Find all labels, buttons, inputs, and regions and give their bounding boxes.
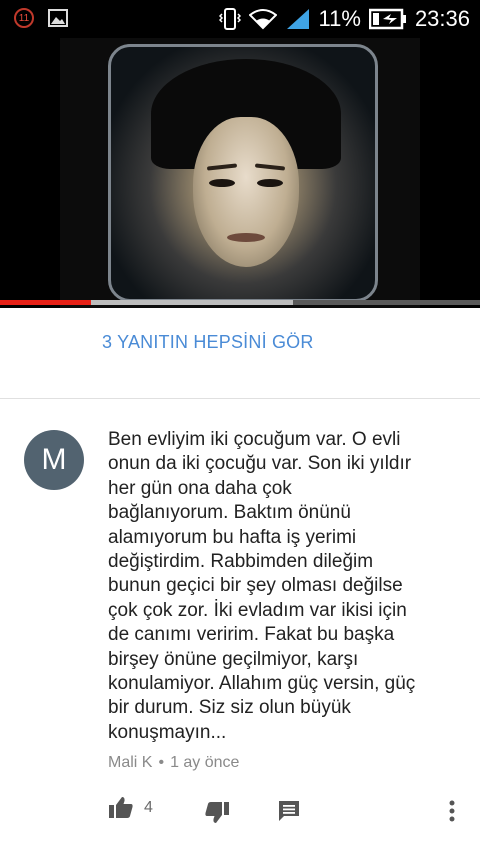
portrait-face bbox=[193, 117, 299, 267]
video-progress-bar[interactable] bbox=[0, 300, 480, 305]
like-button[interactable]: 4 bbox=[108, 796, 153, 820]
comment-text: Ben evliyim iki çocuğum var. O evli onun… bbox=[108, 429, 416, 743]
portrait-mouth bbox=[227, 233, 265, 242]
status-bar: 11 11% 23:36 bbox=[0, 0, 480, 38]
image-icon bbox=[48, 9, 68, 27]
battery-charging-icon bbox=[368, 8, 406, 30]
video-player[interactable] bbox=[0, 38, 480, 308]
video-thumbnail bbox=[60, 38, 420, 308]
notification-count: 11 bbox=[18, 12, 30, 24]
like-count: 4 bbox=[144, 799, 153, 816]
comment-time: 1 ay önce bbox=[170, 754, 240, 771]
avatar[interactable]: M bbox=[24, 430, 84, 490]
comment-author[interactable]: Mali K bbox=[108, 754, 152, 771]
portrait-brow-left bbox=[206, 163, 238, 171]
thumbs-up-icon bbox=[109, 797, 133, 818]
wifi-icon bbox=[248, 9, 277, 30]
vibrate-icon bbox=[218, 8, 241, 30]
status-bar-right: 11% 23:36 bbox=[218, 6, 470, 32]
status-bar-left: 11 bbox=[14, 8, 68, 28]
clock: 23:36 bbox=[414, 6, 470, 31]
portrait-brow-right bbox=[254, 163, 286, 171]
more-options-button[interactable] bbox=[448, 800, 456, 827]
comment-actions: 4 bbox=[0, 792, 480, 832]
portrait-eye-left bbox=[209, 179, 235, 187]
reply-icon bbox=[279, 801, 299, 821]
more-vertical-icon bbox=[449, 800, 455, 822]
portrait-image bbox=[108, 44, 378, 302]
meta-separator: • bbox=[158, 754, 165, 771]
video-played-bar bbox=[0, 300, 92, 305]
portrait-eye-right bbox=[257, 179, 283, 187]
comment-meta: Mali K • 1 ay önce bbox=[108, 754, 239, 772]
view-all-replies-link[interactable]: 3 YANITIN HEPSİNİ GÖR bbox=[102, 332, 314, 353]
reply-button[interactable] bbox=[278, 800, 300, 827]
divider bbox=[0, 398, 480, 399]
notification-badge-icon: 11 bbox=[14, 8, 34, 28]
battery-percent: 11% bbox=[318, 6, 361, 31]
thumbs-down-icon bbox=[205, 802, 229, 823]
signal-icon bbox=[286, 9, 309, 29]
dislike-button[interactable] bbox=[204, 800, 230, 829]
